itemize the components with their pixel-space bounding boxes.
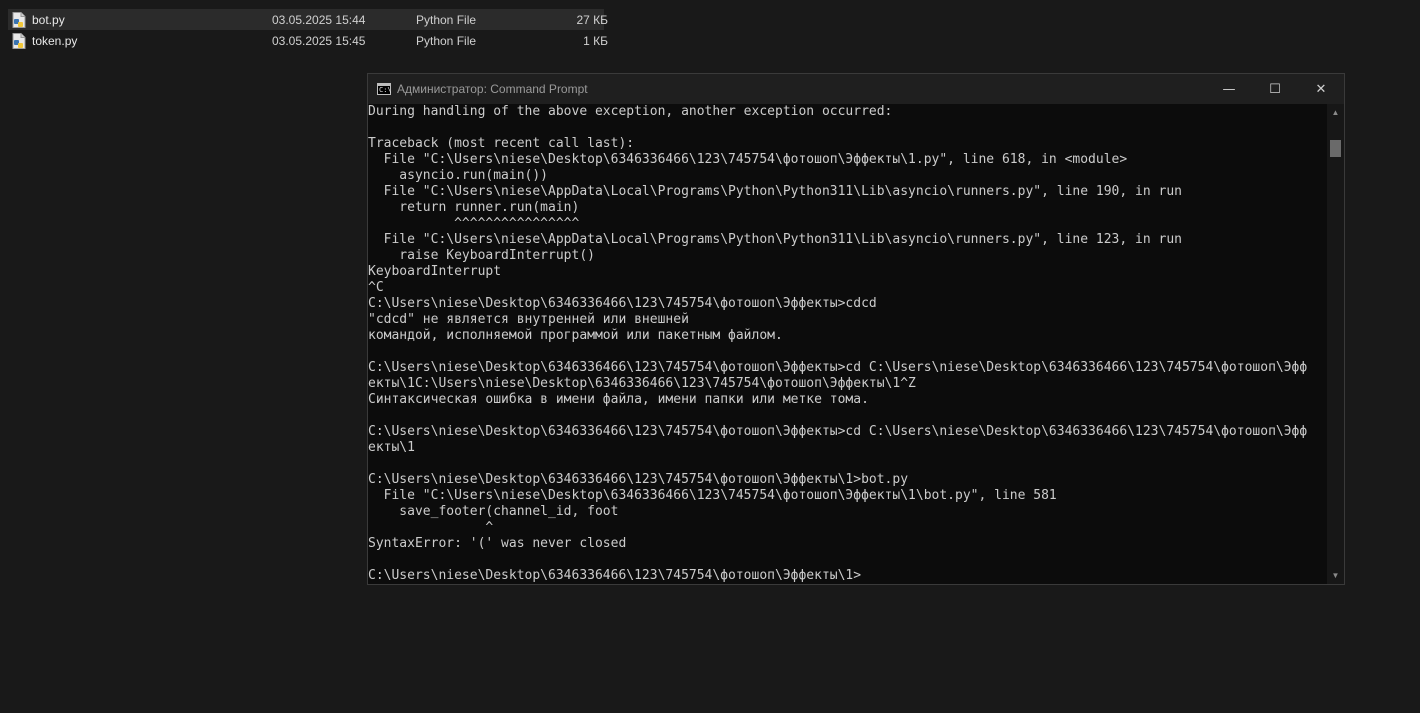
maximize-button[interactable]: ☐ <box>1252 74 1298 104</box>
file-type: Python File <box>416 33 477 48</box>
title-bar[interactable]: C:\ Администратор: Command Prompt — ☐ ✕ <box>368 74 1344 104</box>
window-title: Администратор: Command Prompt <box>397 82 588 96</box>
console-line: екты\1 <box>368 440 415 455</box>
console-line: save_footer(channel_id, foot <box>368 504 619 519</box>
scroll-down-arrow-icon[interactable]: ▼ <box>1327 567 1344 584</box>
console-line: ^C <box>368 280 384 295</box>
console-line: return runner.run(main) <box>368 200 580 215</box>
file-date: 03.05.2025 15:44 <box>272 12 366 27</box>
console-line: C:\Users\niese\Desktop\6346336466\123\74… <box>368 472 909 487</box>
console-line: C:\Users\niese\Desktop\6346336466\123\74… <box>368 424 1308 439</box>
window-controls: — ☐ ✕ <box>1206 74 1344 104</box>
file-row-token-py[interactable]: token.py 03.05.2025 15:45 Python File 1 … <box>8 30 608 51</box>
console-line: екты\1C:\Users\niese\Desktop\6346336466\… <box>368 376 916 391</box>
console-line: ^ <box>368 520 494 535</box>
file-type: Python File <box>416 12 477 27</box>
console-line: File "C:\Users\niese\Desktop\6346336466\… <box>368 488 1057 503</box>
console-line: SyntaxError: '(' was never closed <box>368 536 627 551</box>
console-line: C:\Users\niese\Desktop\6346336466\123\74… <box>368 296 877 311</box>
console-line: ^^^^^^^^^^^^^^^^ <box>368 216 580 231</box>
file-row-bot-py[interactable]: bot.py 03.05.2025 15:44 Python File 27 К… <box>8 9 608 30</box>
console-line: Синтаксическая ошибка в имени файла, име… <box>368 392 869 407</box>
file-date: 03.05.2025 15:45 <box>272 33 366 48</box>
console-line: File "C:\Users\niese\Desktop\6346336466\… <box>368 152 1128 167</box>
console-line: командой, исполняемой программой или пак… <box>368 328 783 343</box>
console-line: "cdcd" не является внутренней или внешне… <box>368 312 689 327</box>
console-line: C:\Users\niese\Desktop\6346336466\123\74… <box>368 360 1308 375</box>
console-output[interactable]: During handling of the above exception, … <box>368 104 1328 584</box>
console-line: File "C:\Users\niese\AppData\Local\Progr… <box>368 232 1182 247</box>
file-name: bot.py <box>32 12 65 27</box>
console-line: Traceback (most recent call last): <box>368 136 635 151</box>
console-line: File "C:\Users\niese\AppData\Local\Progr… <box>368 184 1182 199</box>
file-size: 1 КБ <box>583 33 608 48</box>
close-button[interactable]: ✕ <box>1298 74 1344 104</box>
cmd-icon: C:\ <box>377 83 392 95</box>
minimize-button[interactable]: — <box>1206 74 1252 104</box>
file-name: token.py <box>32 33 78 48</box>
console-line: During handling of the above exception, … <box>368 104 893 119</box>
scroll-up-arrow-icon[interactable]: ▲ <box>1327 104 1344 121</box>
command-prompt-window[interactable]: C:\ Администратор: Command Prompt — ☐ ✕ … <box>367 73 1345 585</box>
console-line: KeyboardInterrupt <box>368 264 502 279</box>
python-file-icon <box>12 11 26 28</box>
console-line: asyncio.run(main()) <box>368 168 549 183</box>
cmd-icon-glyph: C:\ <box>379 86 392 94</box>
file-size: 27 КБ <box>576 12 608 27</box>
console-line: raise KeyboardInterrupt() <box>368 248 595 263</box>
vertical-scrollbar[interactable]: ▲ ▼ <box>1327 104 1344 584</box>
scroll-thumb[interactable] <box>1330 140 1341 157</box>
console-line: C:\Users\niese\Desktop\6346336466\123\74… <box>368 568 862 583</box>
python-file-icon <box>12 32 26 49</box>
